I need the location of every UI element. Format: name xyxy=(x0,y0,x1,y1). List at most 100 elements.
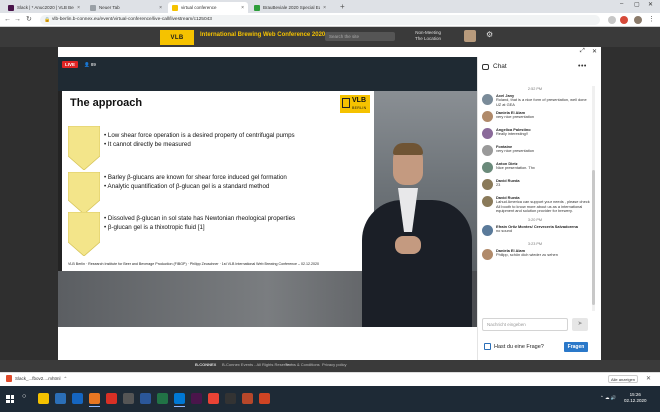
avatar[interactable] xyxy=(482,179,493,191)
footer-brand[interactable]: B-CONNEX xyxy=(195,362,216,367)
slide-footer: VLB Berlin · Research Institute for Beer… xyxy=(68,262,320,266)
browser-tab[interactable]: virtual conference × xyxy=(168,2,248,13)
site-title: International Brewing Web Conference 202… xyxy=(200,32,326,38)
taskbar-app-icon[interactable] xyxy=(259,393,270,404)
taskbar-search-icon[interactable]: ○ xyxy=(22,393,26,400)
close-window-button[interactable]: ✕ xyxy=(648,1,653,8)
forward-icon[interactable]: → xyxy=(14,15,21,24)
system-tray-icons[interactable]: ⌃ ☁ 🔊 xyxy=(600,395,616,401)
chat-text: Roland, that is a nice form of presentat… xyxy=(496,97,587,107)
windows-start-icon[interactable] xyxy=(6,395,14,403)
avatar[interactable] xyxy=(482,224,493,236)
taskbar-app-icon[interactable] xyxy=(38,393,49,404)
avatar[interactable] xyxy=(482,145,493,157)
site-logo[interactable]: VLB xyxy=(160,30,194,45)
taskbar-app-icon[interactable] xyxy=(157,393,168,404)
extension-icon[interactable] xyxy=(608,16,616,24)
gear-icon[interactable]: ⚙ xyxy=(486,30,493,39)
close-tab-icon[interactable]: × xyxy=(77,5,80,11)
taskbar-app-icon[interactable] xyxy=(208,393,219,404)
tab-label: BrauBeviale 2020 Special Edition xyxy=(263,5,320,10)
download-item[interactable]: Slack_...fbov2....mhtml ⌃ xyxy=(6,375,67,382)
close-tab-icon[interactable]: × xyxy=(159,5,162,11)
close-modal-icon[interactable]: ✕ xyxy=(592,48,597,55)
chat-timestamp: 2:52 PM xyxy=(527,87,543,91)
vlb-logo-text: VLB xyxy=(352,97,366,104)
url-text: vlb-berlin.b-connex.eu/event/virtual-con… xyxy=(52,17,212,22)
avatar[interactable] xyxy=(482,94,493,105)
user-line-2: The Location xyxy=(415,36,442,41)
site-search-input[interactable]: Search the site xyxy=(325,32,395,41)
reload-icon[interactable]: ↻ xyxy=(26,15,32,24)
chat-text: Really interesting!! xyxy=(496,131,529,137)
browser-tab[interactable]: BrauBeviale 2020 Special Edition× xyxy=(250,2,330,13)
chat-message-input[interactable]: Nachricht eingeben xyxy=(482,318,568,331)
video-dark-backdrop xyxy=(58,57,477,91)
show-all-downloads-button[interactable]: Alle anzeigen xyxy=(608,375,638,383)
close-download-bar-icon[interactable]: ✕ xyxy=(646,375,651,382)
close-tab-icon[interactable]: × xyxy=(241,5,244,11)
close-tab-icon[interactable]: × xyxy=(323,5,326,11)
chat-message: Axel Jany Roland, that is a nice form of … xyxy=(480,93,590,107)
taskbar-app-icon[interactable] xyxy=(89,393,100,407)
profile-avatar-icon[interactable] xyxy=(634,16,642,24)
user-avatar[interactable] xyxy=(464,30,476,42)
tab-label: Slack | * Anuc2020 | VLB Berlin xyxy=(17,5,75,10)
maximize-button[interactable]: ▢ xyxy=(634,1,640,8)
minimize-button[interactable]: – xyxy=(620,1,623,7)
vlb-building-icon xyxy=(342,98,350,108)
avatar[interactable] xyxy=(482,248,493,260)
footer-privacy-link[interactable]: Privacy policy xyxy=(322,362,346,367)
taskbar-app-icon[interactable] xyxy=(55,393,66,404)
avatar[interactable] xyxy=(482,196,493,208)
browser-tab[interactable]: Slack | * Anuc2020 | VLB Berlin × xyxy=(4,2,84,13)
back-icon[interactable]: ← xyxy=(4,15,11,24)
chat-message: Efrain Ortiz Montes/ Cerveceria Salvador… xyxy=(480,224,590,238)
chat-message-list[interactable]: 2:52 PM Axel Jany Roland, that is a nice f… xyxy=(480,86,590,311)
user-info: Non-Meeting The Location xyxy=(415,30,441,42)
question-prompt: Hast du eine Frage? xyxy=(494,344,544,350)
vlb-logo: VLB BERLIN xyxy=(340,95,370,113)
chat-message: Anton Dietz Nice presentation. Thx xyxy=(480,161,590,175)
chat-text: Philipp, schön dich wieder zu sehen xyxy=(496,251,558,257)
bullet-item: • β-glucan gel is a thixotropic fluid [1… xyxy=(104,224,205,231)
avatar[interactable] xyxy=(482,111,493,123)
avatar[interactable] xyxy=(482,162,493,174)
url-field[interactable]: 🔒 vlb-berlin.b-connex.eu/event/virtual-c… xyxy=(40,15,600,25)
ask-question-button[interactable]: Fragen xyxy=(564,342,588,352)
taskbar-app-icon[interactable] xyxy=(140,393,151,404)
taskbar-app-icon[interactable] xyxy=(106,393,117,404)
taskbar-app-icon[interactable] xyxy=(123,393,134,404)
viewer-count: 👤 89 xyxy=(84,61,96,68)
chat-message: Fontaine very nice presentation xyxy=(480,144,590,158)
bullet-group-2: • Barley β-glucans are known for shear f… xyxy=(104,173,287,191)
extension-icon[interactable] xyxy=(620,16,628,24)
browser-menu-icon[interactable]: ⋮ xyxy=(648,15,655,24)
send-icon[interactable]: ➤ xyxy=(572,318,588,331)
taskbar-app-icon[interactable] xyxy=(225,393,236,404)
chat-message: Daniela El Alam Philipp, schön dich wiede… xyxy=(480,248,590,262)
new-tab-button[interactable]: + xyxy=(340,2,345,11)
tab-favicon-icon xyxy=(254,4,260,11)
tab-favicon-icon xyxy=(8,4,14,11)
chat-message: David Rueda 23 xyxy=(480,178,590,192)
taskbar-app-icon[interactable] xyxy=(191,393,202,404)
taskbar-app-icon[interactable] xyxy=(72,393,83,404)
chevron-up-icon[interactable]: ⌃ xyxy=(64,376,68,382)
slide-title: The approach xyxy=(70,97,143,109)
modal-toolbar xyxy=(58,47,601,57)
more-options-icon[interactable]: ••• xyxy=(578,63,587,70)
chat-text: 23 xyxy=(496,182,501,188)
footer-terms-link[interactable]: Terms & Conditions xyxy=(285,362,320,367)
chat-header: Chat xyxy=(482,63,507,70)
fullscreen-icon[interactable]: ⤢ xyxy=(580,48,585,55)
taskbar-clock[interactable]: 15:26 02.12.2020 xyxy=(624,392,647,404)
chat-scrollbar-thumb[interactable] xyxy=(592,170,595,305)
taskbar-app-icon[interactable] xyxy=(242,393,253,404)
person-icon: 👤 xyxy=(84,62,90,67)
presenter-hands xyxy=(395,236,421,254)
chat-bubble-icon xyxy=(482,63,489,70)
taskbar-app-icon[interactable] xyxy=(174,393,185,407)
avatar[interactable] xyxy=(482,128,493,140)
browser-tab[interactable]: Neuer Tab × xyxy=(86,2,166,13)
